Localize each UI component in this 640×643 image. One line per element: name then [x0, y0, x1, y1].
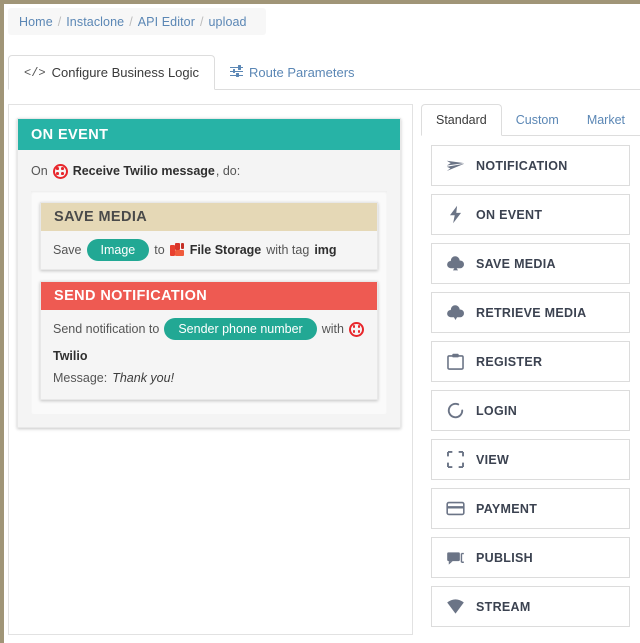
send-notification-recipient-pill[interactable]: Sender phone number	[164, 318, 317, 340]
app-page: Home / Instaclone / API Editor / upload …	[0, 0, 640, 643]
lightning-bolt-icon	[449, 205, 462, 224]
file-storage-icon	[169, 242, 185, 258]
send-notification-message-label: Message:	[53, 371, 108, 385]
palette-item-label: ON EVENT	[476, 207, 543, 222]
palette-tab-bar: Standard Custom Market	[421, 104, 640, 136]
paper-plane-icon	[446, 160, 465, 172]
palette-item-label: NOTIFICATION	[476, 158, 568, 173]
main-tab-bar: </> Configure Business Logic Route Param…	[8, 55, 640, 90]
save-media-row: Save Image to File Storage with tag img	[53, 239, 365, 261]
twilio-icon	[348, 321, 364, 337]
chat-bubble-icon	[447, 552, 464, 565]
save-media-destination[interactable]: File Storage	[190, 239, 262, 261]
palette-tab-label: Custom	[515, 113, 559, 127]
palette-item-view[interactable]: VIEW	[431, 439, 630, 480]
palette-item-label: LOGIN	[476, 403, 518, 418]
cloud-upload-icon	[447, 256, 464, 271]
breadcrumb-item-home[interactable]: Home	[19, 15, 53, 29]
palette-item-login[interactable]: LOGIN	[431, 390, 630, 431]
left-edge-rail-inner	[4, 4, 6, 643]
palette-tab-label: Market	[586, 113, 626, 127]
on-event-suffix: , do:	[215, 164, 241, 178]
breadcrumb-separator: /	[129, 14, 133, 29]
cloud-download-icon	[447, 305, 464, 321]
on-event-card-body: On Receive Twilio message , do: SAVE MED…	[18, 150, 400, 427]
breadcrumb-item-upload[interactable]: upload	[208, 15, 246, 29]
palette-item-label: RETRIEVE MEDIA	[476, 305, 587, 320]
send-notification-card-header: SEND NOTIFICATION	[41, 282, 377, 310]
palette-item-label: VIEW	[476, 452, 510, 467]
sliders-icon	[230, 65, 244, 80]
save-media-card-body: Save Image to File Storage with tag img	[41, 231, 377, 269]
palette-item-payment[interactable]: PAYMENT	[431, 488, 630, 529]
code-icon: </>	[24, 65, 46, 80]
palette-tab-label: Standard	[436, 113, 487, 127]
credit-card-icon	[446, 501, 465, 516]
breadcrumb-item-api-editor[interactable]: API Editor	[138, 15, 195, 29]
save-media-word-to: to	[154, 243, 165, 257]
send-notification-message-row: Message: Thank you!	[53, 367, 365, 389]
send-notification-word-with: with	[321, 322, 344, 336]
tab-configure-business-logic[interactable]: </> Configure Business Logic	[8, 55, 216, 90]
palette-item-register[interactable]: REGISTER	[431, 341, 630, 382]
twilio-icon	[52, 163, 68, 179]
block-palette: Standard Custom Market NOTIFICATION ON E…	[421, 104, 640, 643]
palette-item-notification[interactable]: NOTIFICATION	[431, 145, 630, 186]
on-event-trigger-name[interactable]: Receive Twilio message	[73, 160, 215, 182]
logic-canvas-panel: ON EVENT On Receive Twilio message , do:…	[8, 104, 413, 635]
send-notification-card-title: SEND NOTIFICATION	[54, 288, 208, 304]
palette-item-label: REGISTER	[476, 354, 543, 369]
save-media-source-pill[interactable]: Image	[86, 239, 150, 261]
save-media-card-header: SAVE MEDIA	[41, 203, 377, 231]
save-media-word-save: Save	[53, 243, 82, 257]
save-media-card[interactable]: SAVE MEDIA Save Image to File Storage wi…	[40, 202, 378, 270]
palette-tab-custom[interactable]: Custom	[502, 104, 573, 136]
on-event-prefix: On	[31, 164, 48, 178]
palette-item-publish[interactable]: PUBLISH	[431, 537, 630, 578]
breadcrumb: Home / Instaclone / API Editor / upload	[8, 8, 266, 35]
palette-item-label: STREAM	[476, 599, 531, 614]
palette-item-label: PUBLISH	[476, 550, 533, 565]
send-notification-message-value[interactable]: Thank you!	[112, 367, 174, 389]
clipboard-icon	[447, 353, 464, 370]
send-notification-prefix: Send notification to	[53, 322, 160, 336]
save-media-card-title: SAVE MEDIA	[54, 209, 148, 225]
palette-item-stream[interactable]: STREAM	[431, 586, 630, 627]
top-edge-strip	[0, 0, 640, 4]
save-media-word-with-tag: with tag	[266, 243, 310, 257]
send-notification-recipient-row: Send notification to Sender phone number…	[53, 318, 365, 367]
palette-item-on-event[interactable]: ON EVENT	[431, 194, 630, 235]
palette-item-save-media[interactable]: SAVE MEDIA	[431, 243, 630, 284]
tab-label: Route Parameters	[249, 65, 355, 80]
tab-route-parameters[interactable]: Route Parameters	[215, 55, 370, 90]
breadcrumb-item-instaclone[interactable]: Instaclone	[66, 15, 124, 29]
tab-label: Configure Business Logic	[51, 65, 200, 80]
crop-corners-icon	[447, 451, 464, 468]
save-media-tag-value[interactable]: img	[314, 239, 336, 261]
on-event-card[interactable]: ON EVENT On Receive Twilio message , do:…	[17, 118, 401, 428]
send-notification-provider[interactable]: Twilio	[53, 345, 88, 367]
nested-actions-area: SAVE MEDIA Save Image to File Storage wi…	[31, 191, 387, 414]
palette-item-retrieve-media[interactable]: RETRIEVE MEDIA	[431, 292, 630, 333]
send-notification-card[interactable]: SEND NOTIFICATION Send notification to S…	[40, 281, 378, 400]
palette-item-label: PAYMENT	[476, 501, 538, 516]
wifi-fan-icon	[447, 599, 464, 614]
breadcrumb-separator: /	[57, 14, 62, 29]
breadcrumb-separator: /	[199, 14, 204, 29]
palette-tab-standard[interactable]: Standard	[421, 104, 502, 136]
on-event-card-title: ON EVENT	[31, 126, 109, 143]
palette-tab-market[interactable]: Market	[573, 104, 639, 136]
palette-item-label: SAVE MEDIA	[476, 256, 556, 271]
palette-item-list: NOTIFICATION ON EVENT SAVE MEDIA RETRIEV…	[421, 136, 640, 627]
on-event-trigger-row: On Receive Twilio message , do:	[31, 160, 387, 182]
on-event-card-header: ON EVENT	[18, 119, 400, 150]
send-notification-card-body: Send notification to Sender phone number…	[41, 310, 377, 399]
circle-arrow-icon	[447, 402, 464, 419]
